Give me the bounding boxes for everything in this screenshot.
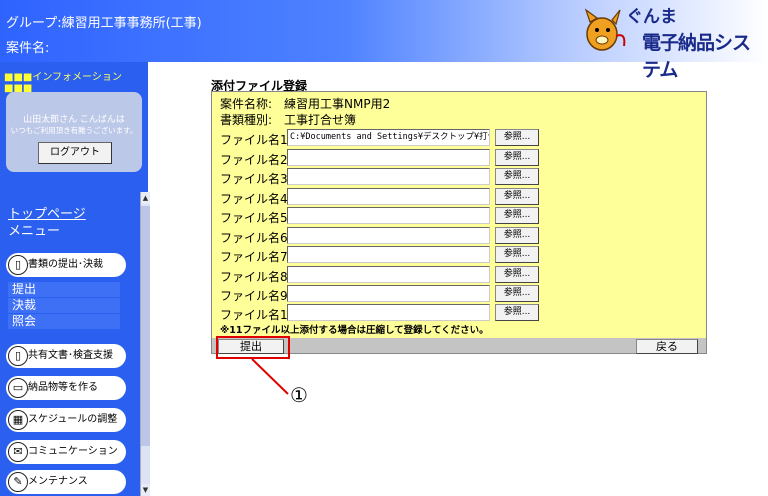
sidebar-scrollbar[interactable]: ▲ ▼ — [140, 192, 150, 496]
menu-label: メニュー — [8, 224, 61, 239]
menu-shared-label: 共有文書･検査支援 — [28, 350, 113, 361]
attachment-form: 案件名称: 練習用工事NMP用2 書類種別: 工事打合せ簿 ファイル名1 C:¥… — [211, 91, 707, 354]
browse-button[interactable]: 参照... — [495, 188, 539, 205]
file-label: ファイル名6 — [220, 231, 288, 245]
menu-maint-label: メンテナンス — [28, 476, 88, 487]
file-row: ファイル名5 参照... — [220, 207, 550, 225]
mascot-icon — [584, 8, 626, 51]
file-input[interactable] — [287, 304, 490, 321]
file-row: ファイル名7 参照... — [220, 246, 550, 264]
file-input[interactable] — [287, 168, 490, 185]
wrench-icon: ✎ — [8, 472, 28, 492]
browse-button[interactable]: 参照... — [495, 304, 539, 321]
file-row: ファイル名6 参照... — [220, 227, 550, 245]
group-label: グループ:練習用工事事務所(工事) — [6, 16, 202, 31]
file-input[interactable] — [287, 227, 490, 244]
browse-button[interactable]: 参照... — [495, 285, 539, 302]
logo-text-gunma: ぐんま — [626, 7, 677, 27]
document-icon: ▯ — [8, 346, 28, 366]
browse-button[interactable]: 参照... — [495, 246, 539, 263]
file-row: ファイル名8 参照... — [220, 266, 550, 284]
document-icon: ▯ — [8, 255, 28, 275]
file-row: ファイル名10 参照... — [220, 304, 550, 322]
file-label: ファイル名3 — [220, 172, 288, 186]
file-input[interactable] — [287, 266, 490, 283]
square-bullets-icon: ■■■ — [4, 72, 33, 83]
sidebar: ■■■インフォメーション■■■ 山田太郎さん こんばんは いつもご利用頂き有難う… — [0, 62, 150, 496]
file-input[interactable] — [287, 285, 490, 302]
sub-item-inquiry[interactable]: 照会 — [8, 314, 120, 329]
file-label: ファイル名8 — [220, 270, 288, 284]
information-header: ■■■インフォメーション■■■ — [4, 68, 148, 94]
menu-comm-button[interactable]: ✉ コミュニケーション — [6, 440, 126, 464]
sub-item-approve[interactable]: 決裁 — [8, 298, 120, 313]
menu-maint-button[interactable]: ✎ メンテナンス — [6, 470, 126, 494]
file-label: ファイル名9 — [220, 289, 288, 303]
document-type-text: 書類種別: 工事打合せ簿 — [220, 113, 357, 127]
browse-button[interactable]: 参照... — [495, 149, 539, 166]
case-name-text: 案件名称: 練習用工事NMP用2 — [220, 97, 391, 111]
file-label: ファイル名2 — [220, 153, 288, 167]
compression-note: ※11ファイル以上添付する場合は圧縮して登録してください。 — [220, 325, 489, 336]
information-label: インフォメーション — [32, 72, 122, 83]
file-row: ファイル名1 C:¥Documents and Settings¥デスクトップ¥… — [220, 129, 550, 147]
browse-button[interactable]: 参照... — [495, 266, 539, 283]
user-info-box: 山田太郎さん こんばんは いつもご利用頂き有難うございます。 ログアウト — [6, 92, 142, 172]
menu-docs-button[interactable]: ▯ 書類の提出･決裁 — [6, 253, 126, 277]
file-input[interactable]: C:¥Documents and Settings¥デスクトップ¥打合せ — [287, 129, 490, 146]
submit-highlight-box — [216, 336, 290, 359]
menu-deliver-label: 納品物等を作る — [28, 382, 98, 393]
file-row: ファイル名2 参照... — [220, 149, 550, 167]
case-name-label: 案件名: — [6, 41, 50, 56]
system-logo: ぐんま 電子納品システム — [582, 4, 764, 81]
callout-number: ① — [290, 383, 308, 407]
menu-shared-button[interactable]: ▯ 共有文書･検査支援 — [6, 344, 126, 368]
back-button[interactable]: 戻る — [636, 339, 698, 354]
file-label: ファイル名10 — [220, 308, 296, 322]
file-input[interactable] — [287, 149, 490, 166]
sub-item-submit[interactable]: 提出 — [8, 282, 120, 297]
file-label: ファイル名1 — [220, 133, 288, 147]
browse-button[interactable]: 参照... — [495, 129, 539, 146]
menu-comm-label: コミュニケーション — [28, 446, 118, 457]
menu-schedule-label: スケジュールの調整 — [28, 414, 118, 425]
file-input[interactable] — [287, 207, 490, 224]
file-input[interactable] — [287, 188, 490, 205]
greeting-subtext: いつもご利用頂き有難うございます。 — [10, 126, 138, 135]
file-input[interactable] — [287, 246, 490, 263]
box-icon: ▭ — [8, 378, 28, 398]
file-label: ファイル名5 — [220, 211, 288, 225]
calendar-icon: ▦ — [8, 410, 28, 430]
scroll-up-icon[interactable]: ▲ — [141, 192, 150, 204]
menu-docs-label: 書類の提出･決裁 — [28, 259, 103, 270]
greeting-text: 山田太郎さん こんばんは — [23, 115, 125, 125]
header: グループ:練習用工事事務所(工事) 案件名: ぐんま 電子納品システム — [0, 0, 768, 81]
file-row: ファイル名9 参照... — [220, 285, 550, 303]
file-label: ファイル名7 — [220, 250, 288, 264]
scroll-thumb[interactable] — [141, 206, 150, 446]
browse-button[interactable]: 参照... — [495, 227, 539, 244]
logout-button[interactable]: ログアウト — [38, 142, 112, 164]
menu-schedule-button[interactable]: ▦ スケジュールの調整 — [6, 408, 126, 432]
mail-icon: ✉ — [8, 442, 28, 462]
logo-text-system: 電子納品システム — [642, 32, 751, 81]
scroll-down-icon[interactable]: ▼ — [141, 484, 150, 496]
menu-deliver-button[interactable]: ▭ 納品物等を作る — [6, 376, 126, 400]
file-label: ファイル名4 — [220, 192, 288, 206]
browse-button[interactable]: 参照... — [495, 168, 539, 185]
browse-button[interactable]: 参照... — [495, 207, 539, 224]
file-row: ファイル名4 参照... — [220, 188, 550, 206]
file-row: ファイル名3 参照... — [220, 168, 550, 186]
